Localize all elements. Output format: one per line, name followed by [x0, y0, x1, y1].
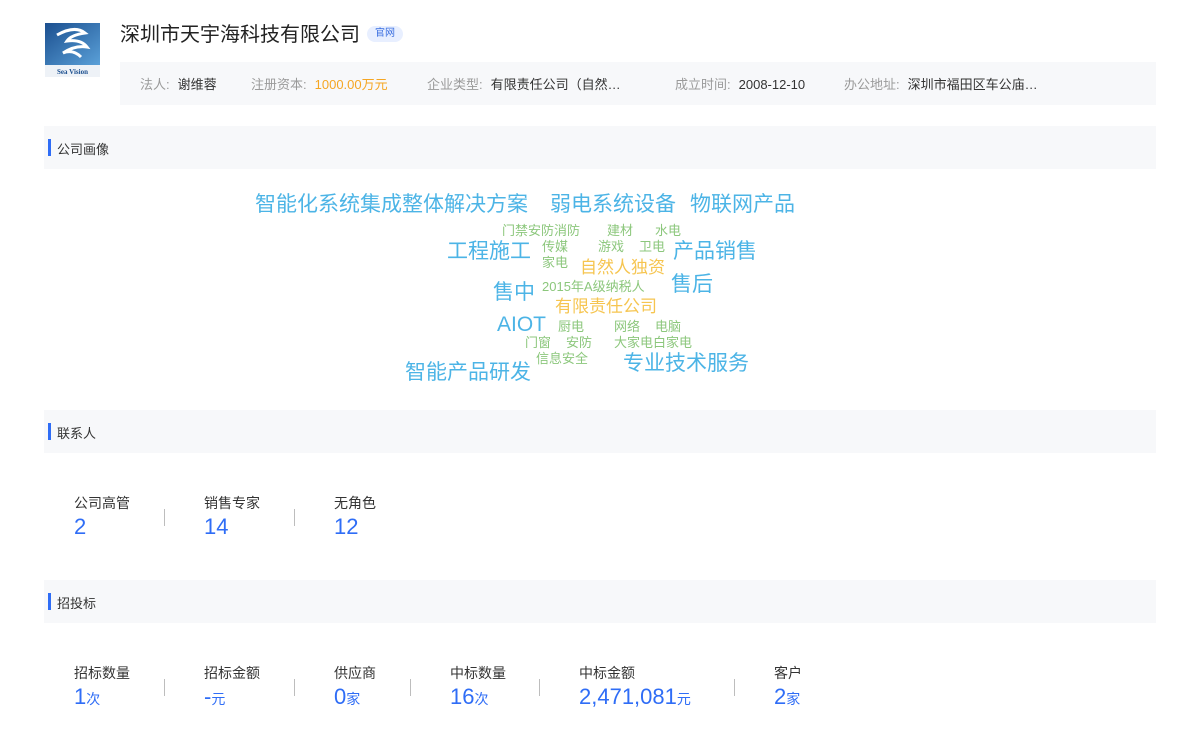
cloud-word: 门禁安防消防 — [502, 223, 581, 238]
legal-person-label: 法人: — [140, 77, 170, 92]
registered-capital: 注册资本: 1000.00万元 — [251, 74, 388, 93]
stat-label: 供应商 — [334, 665, 376, 681]
stat-divider — [734, 679, 735, 696]
cloud-word: 传媒 — [542, 239, 569, 254]
stat-value: 0家 — [334, 684, 361, 709]
type-value: 有限责任公司（自然… — [490, 77, 621, 92]
stat-suppliers[interactable]: 供应商 0家 — [334, 663, 376, 710]
section-header-bidding: 招投标 — [44, 580, 1156, 623]
stat-customers[interactable]: 客户 2家 — [774, 663, 802, 710]
stat-unit: 次 — [86, 691, 101, 707]
type-label: 企业类型: — [427, 77, 483, 92]
stat-label: 客户 — [774, 665, 802, 681]
office-address: 办公地址: 深圳市福田区车公庙… — [844, 74, 1038, 93]
stat-divider — [539, 679, 540, 696]
svg-text:Sea Vision: Sea Vision — [57, 68, 88, 76]
stat-unit: 家 — [786, 691, 801, 707]
stat-win-count[interactable]: 中标数量 16次 — [450, 663, 506, 710]
stat-label: 招标金额 — [204, 665, 260, 681]
cloud-word: 网络 — [614, 319, 641, 334]
founded-value: 2008-12-10 — [738, 77, 806, 92]
stat-sales-experts[interactable]: 销售专家 14 — [204, 493, 260, 540]
stat-value: -元 — [204, 684, 226, 709]
cloud-word: 安防 — [566, 335, 593, 350]
stat-label: 无角色 — [334, 495, 376, 511]
cloud-word: 卫电 — [639, 239, 666, 254]
stat-value: 2,471,081元 — [579, 684, 691, 709]
stat-value: 1次 — [74, 684, 101, 709]
cloud-word: 厨电 — [558, 319, 585, 334]
section-header-profile: 公司画像 — [44, 126, 1156, 169]
stat-unit: 元 — [676, 691, 691, 707]
cloud-word: 智能化系统集成整体解决方案 — [255, 193, 528, 216]
founded-label: 成立时间: — [675, 77, 731, 92]
cloud-word: 大家电白家电 — [614, 335, 693, 350]
cloud-word: 自然人独资 — [580, 258, 665, 277]
address-label: 办公地址: — [844, 77, 900, 92]
cloud-word: 工程施工 — [447, 240, 531, 263]
stat-label: 中标数量 — [450, 665, 506, 681]
stat-value: 16次 — [450, 684, 489, 709]
legal-person-value: 谢维蓉 — [177, 77, 217, 92]
section-title: 招投标 — [57, 596, 97, 611]
official-site-tag[interactable]: 官网 — [367, 26, 403, 42]
cloud-word: AIOT — [497, 313, 547, 336]
cloud-word: 专业技术服务 — [623, 352, 749, 375]
stat-value: 2家 — [774, 684, 801, 709]
cloud-word: 物联网产品 — [690, 193, 795, 216]
stat-label: 销售专家 — [204, 495, 260, 511]
capital-label: 注册资本: — [251, 77, 307, 92]
cloud-word: 游戏 — [598, 239, 625, 254]
sea-vision-logo-icon: Sea Vision — [45, 23, 100, 77]
company-info-bar: 法人: 谢维蓉 注册资本: 1000.00万元 企业类型: 有限责任公司（自然… 成立… — [120, 62, 1156, 105]
cloud-word: 智能产品研发 — [405, 361, 531, 384]
stat-value: 12 — [334, 514, 359, 539]
cloud-word: 弱电系统设备 — [550, 193, 676, 216]
stat-unit: 次 — [474, 691, 489, 707]
company-type: 企业类型: 有限责任公司（自然… — [427, 74, 621, 93]
capital-value: 1000.00万元 — [314, 77, 388, 92]
stat-unit: 家 — [346, 691, 361, 707]
stat-label: 招标数量 — [74, 665, 130, 681]
founded-date: 成立时间: 2008-12-10 — [675, 74, 805, 93]
section-accent-bar — [48, 593, 51, 610]
stat-value: 2 — [74, 514, 87, 539]
cloud-word: 门窗 — [525, 335, 552, 350]
stat-divider — [164, 679, 165, 696]
stat-tender-amount[interactable]: 招标金额 -元 — [204, 663, 260, 710]
legal-person: 法人: 谢维蓉 — [140, 74, 217, 93]
company-name: 深圳市天宇海科技有限公司 — [120, 24, 360, 46]
word-cloud: 智能化系统集成整体解决方案 弱电系统设备 物联网产品 门禁安防消防 建材 水电 … — [0, 170, 1200, 400]
cloud-word: 建材 — [607, 223, 634, 238]
cloud-word: 售后 — [671, 273, 713, 296]
section-header-contacts: 联系人 — [44, 410, 1156, 453]
section-accent-bar — [48, 139, 51, 156]
cloud-word: 水电 — [655, 223, 682, 238]
stat-win-amount[interactable]: 中标金额 2,471,081元 — [579, 663, 691, 710]
stat-no-role[interactable]: 无角色 12 — [334, 493, 376, 540]
stat-tender-count[interactable]: 招标数量 1次 — [74, 663, 130, 710]
stat-divider — [294, 679, 295, 696]
section-accent-bar — [48, 423, 51, 440]
cloud-word: 有限责任公司 — [555, 297, 657, 316]
stat-divider — [410, 679, 411, 696]
cloud-word: 2015年A级纳税人 — [542, 279, 645, 294]
stat-value: 14 — [204, 514, 229, 539]
stat-divider — [294, 509, 295, 526]
cloud-word: 产品销售 — [673, 240, 757, 263]
cloud-word: 电脑 — [655, 319, 682, 334]
stat-label: 中标金额 — [579, 665, 635, 681]
section-title: 公司画像 — [57, 142, 110, 157]
cloud-word: 家电 — [542, 255, 569, 270]
stat-unit: 元 — [211, 691, 226, 707]
stat-label: 公司高管 — [74, 495, 130, 511]
section-title: 联系人 — [57, 426, 97, 441]
stat-divider — [164, 509, 165, 526]
cloud-word: 信息安全 — [536, 351, 589, 366]
address-value[interactable]: 深圳市福田区车公庙… — [908, 77, 1038, 92]
company-logo: Sea Vision — [45, 23, 100, 77]
stat-executives[interactable]: 公司高管 2 — [74, 493, 130, 540]
cloud-word: 售中 — [493, 281, 535, 304]
